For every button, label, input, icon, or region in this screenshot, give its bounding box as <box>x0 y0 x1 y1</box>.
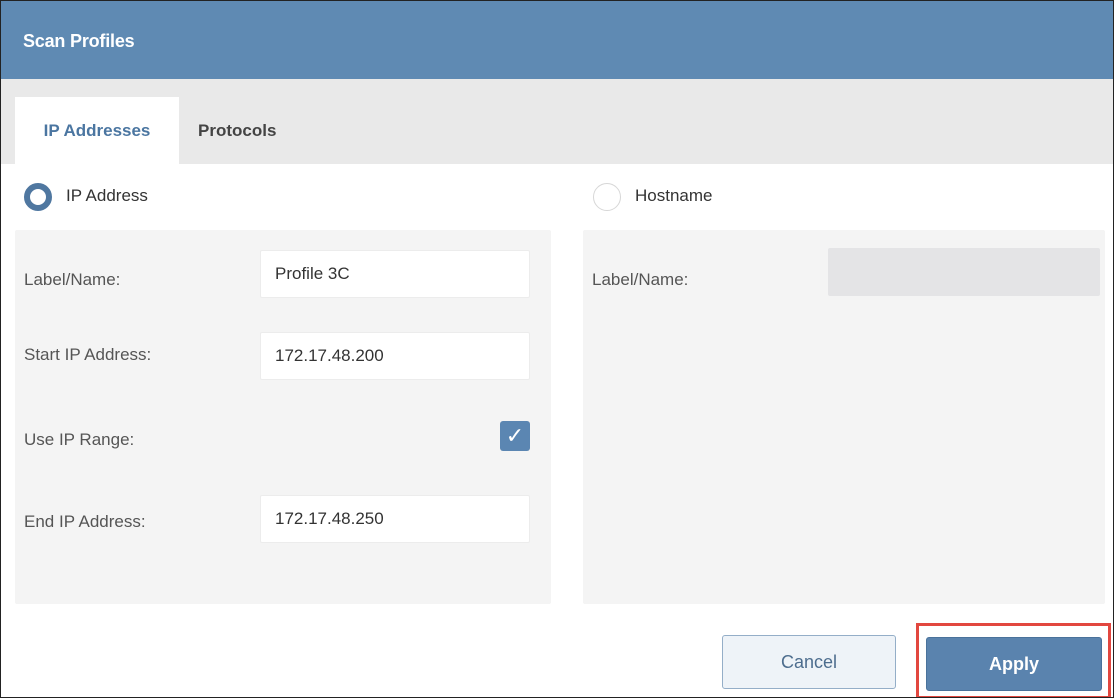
hostname-label-name-label: Label/Name: <box>592 270 689 289</box>
use-ip-range-label: Use IP Range: <box>24 430 135 449</box>
ip-address-radio-label[interactable]: IP Address <box>66 186 148 206</box>
scan-profiles-dialog: Scan Profiles IP Addresses Protocols IP … <box>0 0 1114 698</box>
label-name-label: Label/Name: <box>24 270 121 289</box>
end-ip-input[interactable]: 172.17.48.250 <box>260 495 530 543</box>
dialog-titlebar: Scan Profiles <box>1 1 1113 79</box>
tab-bar: IP Addresses Protocols <box>1 79 1113 164</box>
label-name-input[interactable]: Profile 3C <box>260 250 530 298</box>
hostname-radio[interactable] <box>593 183 621 211</box>
apply-highlight-box <box>916 623 1111 697</box>
hostname-label-name-input[interactable] <box>828 248 1100 296</box>
start-ip-input[interactable]: 172.17.48.200 <box>260 332 530 380</box>
end-ip-label: End IP Address: <box>24 512 146 531</box>
hostname-radio-label[interactable]: Hostname <box>635 186 712 206</box>
start-ip-label: Start IP Address: <box>24 345 152 364</box>
ip-address-panel: Label/Name: Profile 3C Start IP Address:… <box>15 230 551 604</box>
checkmark-icon: ✓ <box>505 423 525 448</box>
use-ip-range-checkbox[interactable]: ✓ <box>500 421 530 451</box>
tab-protocols[interactable]: Protocols <box>198 97 276 164</box>
ip-address-radio[interactable] <box>24 183 52 211</box>
tab-content: IP Address Hostname Label/Name: Profile … <box>1 164 1113 697</box>
cancel-button[interactable]: Cancel <box>722 635 896 689</box>
dialog-title: Scan Profiles <box>23 31 135 51</box>
hostname-panel: Label/Name: <box>583 230 1105 604</box>
tab-ip-addresses[interactable]: IP Addresses <box>15 97 179 164</box>
